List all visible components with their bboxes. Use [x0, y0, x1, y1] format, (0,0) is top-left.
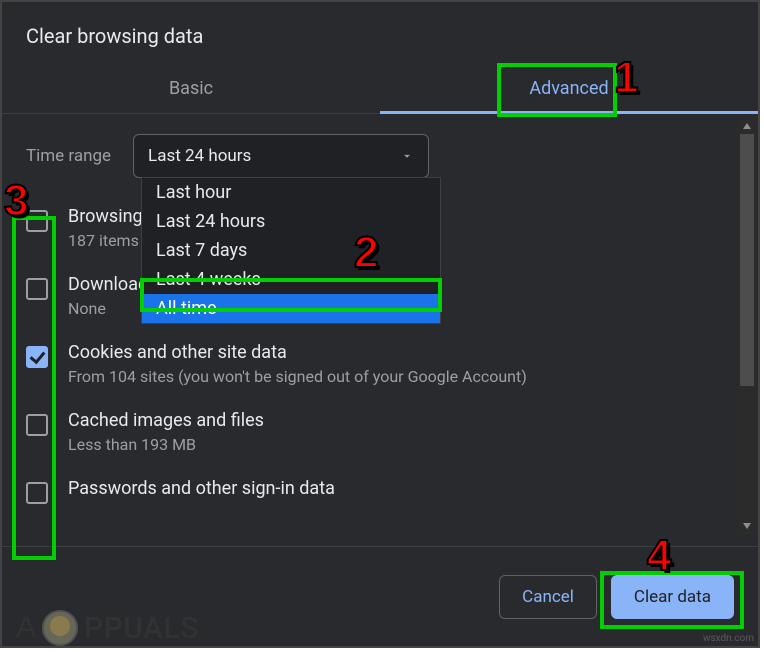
- item-text: Cached images and files Less than 193 MB: [68, 410, 734, 454]
- time-range-value: Last 24 hours: [148, 146, 251, 166]
- item-subtitle: Less than 193 MB: [68, 435, 734, 454]
- checkbox-cached-images[interactable]: [26, 414, 48, 436]
- dialog-title: Clear browsing data: [2, 2, 758, 66]
- tab-advanced[interactable]: Advanced: [380, 66, 758, 113]
- tab-basic[interactable]: Basic: [2, 66, 380, 113]
- dialog-footer: Cancel Clear data: [2, 546, 758, 646]
- clear-data-button[interactable]: Clear data: [611, 575, 734, 619]
- cancel-button[interactable]: Cancel: [499, 575, 597, 619]
- scroll-down-icon[interactable]: [738, 518, 756, 534]
- dialog-body: Time range Last 24 hours Browsing histor…: [2, 114, 758, 544]
- checkbox-cookies[interactable]: [26, 346, 48, 368]
- item-text: Passwords and other sign-in data: [68, 478, 734, 504]
- item-title: Passwords and other sign-in data: [68, 478, 734, 499]
- time-range-select[interactable]: Last 24 hours: [133, 134, 429, 178]
- chevron-down-icon: [400, 149, 414, 163]
- scroll-up-icon[interactable]: [738, 118, 756, 134]
- item-title: Cookies and other site data: [68, 342, 734, 363]
- time-range-dropdown: Last hour Last 24 hours Last 7 days Last…: [141, 177, 441, 324]
- option-last-hour[interactable]: Last hour: [142, 178, 440, 207]
- item-cached-images[interactable]: Cached images and files Less than 193 MB: [26, 400, 734, 468]
- option-last-4-weeks[interactable]: Last 4 weeks: [142, 265, 440, 294]
- item-passwords[interactable]: Passwords and other sign-in data: [26, 468, 734, 518]
- item-subtitle: From 104 sites (you won't be signed out …: [68, 367, 734, 386]
- clear-browsing-data-dialog: Clear browsing data Basic Advanced Time …: [0, 0, 760, 648]
- item-cookies[interactable]: Cookies and other site data From 104 sit…: [26, 332, 734, 400]
- checkbox-passwords[interactable]: [26, 482, 48, 504]
- scrollbar[interactable]: [738, 118, 756, 534]
- tabs: Basic Advanced: [2, 66, 758, 114]
- scrollbar-track[interactable]: [738, 134, 756, 518]
- option-last-24-hours[interactable]: Last 24 hours: [142, 207, 440, 236]
- checkbox-browsing-history[interactable]: [26, 210, 48, 232]
- scrollbar-thumb[interactable]: [740, 134, 754, 386]
- checkbox-download-history[interactable]: [26, 278, 48, 300]
- time-range-row: Time range Last 24 hours: [26, 134, 734, 178]
- option-last-7-days[interactable]: Last 7 days: [142, 236, 440, 265]
- corner-watermark: wsxdn.com: [703, 633, 754, 644]
- item-title: Cached images and files: [68, 410, 734, 431]
- time-range-label: Time range: [26, 146, 111, 166]
- item-text: Cookies and other site data From 104 sit…: [68, 342, 734, 386]
- option-all-time[interactable]: All time: [142, 294, 440, 323]
